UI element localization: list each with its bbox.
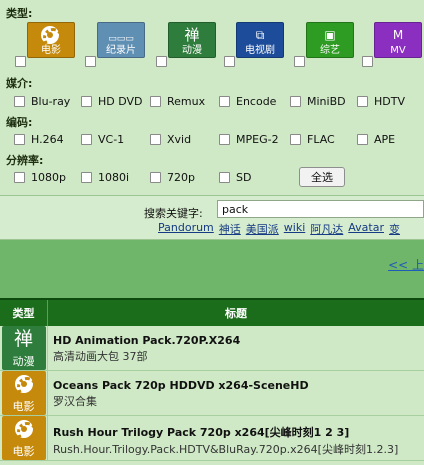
media-label: 媒介:	[6, 77, 33, 90]
codec-option-flac[interactable]: FLAC	[290, 133, 335, 146]
torrent-subtitle: 罗汉合集	[53, 395, 97, 408]
type-column-header[interactable]: 类型	[0, 300, 48, 326]
type-label: 类型:	[6, 7, 33, 20]
variety-tv-icon[interactable]: ▣ 综艺	[306, 22, 354, 58]
codec-option-mpeg2[interactable]: MPEG-2	[219, 133, 279, 146]
zen-character-icon[interactable]: 禅 动漫	[1, 326, 46, 370]
hot-keyword-link[interactable]: Avatar	[348, 221, 384, 237]
codec-label: 编码:	[6, 116, 33, 129]
category-tv-series[interactable]: ⧉ 电视剧	[224, 22, 286, 70]
mtv-icon[interactable]: M MV	[374, 22, 422, 58]
codec-option-ape[interactable]: APE	[357, 133, 395, 146]
media-option-hddvd[interactable]: HD DVD	[81, 95, 143, 108]
hot-keywords: Pandorum 神话 美国派 wiki 阿凡达 Avatar 变	[158, 221, 400, 237]
film-reel-icon[interactable]: 电影	[27, 22, 75, 58]
hot-keyword-link[interactable]: wiki	[284, 221, 305, 237]
hot-keyword-link[interactable]: 阿凡达	[310, 221, 343, 237]
resolution-option-sd[interactable]: SD	[219, 171, 251, 184]
search-bar: 搜索关键字: Pandorum 神话 美国派 wiki 阿凡达 Avatar 变	[0, 196, 424, 240]
category-tv-series-checkbox[interactable]	[224, 56, 235, 67]
codec-option-vc1[interactable]: VC-1	[81, 133, 124, 146]
resolution-label: 分辨率:	[6, 154, 44, 167]
media-option-remux[interactable]: Remux	[150, 95, 205, 108]
torrent-subtitle: 高清动画大包 37部	[53, 350, 148, 363]
category-documentary-checkbox[interactable]	[85, 56, 96, 67]
film-reel-icon[interactable]: 电影	[1, 416, 46, 460]
media-option-encode[interactable]: Encode	[219, 95, 276, 108]
film-reel-icon[interactable]: 电影	[1, 371, 46, 415]
hot-keyword-link[interactable]: Pandorum	[158, 221, 214, 237]
codec-option-xvid[interactable]: Xvid	[150, 133, 191, 146]
prev-page-link[interactable]: << 上	[388, 256, 424, 273]
title-column-header[interactable]: 标题	[48, 300, 424, 326]
search-input[interactable]	[217, 200, 424, 218]
filter-panel: 类型: 电影 ▭▭▭ 纪录片 禅 动漫 ⧉ 电视剧 ▣ 综艺 M MV 媒介: …	[0, 0, 424, 196]
category-documentary[interactable]: ▭▭▭ 纪录片	[85, 22, 147, 70]
pager-band: << 上	[0, 240, 424, 298]
results-table: 类型 标题 禅 动漫 HD Animation Pack.720P.X264 高…	[0, 298, 424, 461]
tv-screens-icon[interactable]: ⧉ 电视剧	[236, 22, 284, 58]
resolution-option-1080p[interactable]: 1080p	[14, 171, 66, 184]
search-label: 搜索关键字:	[144, 207, 203, 220]
table-row: 电影 Oceans Pack 720p HDDVD x264-SceneHD 罗…	[0, 371, 424, 416]
media-option-bluray[interactable]: Blu-ray	[14, 95, 70, 108]
bbc-tv-icon[interactable]: ▭▭▭ 纪录片	[97, 22, 145, 58]
torrent-title-link[interactable]: Rush Hour Trilogy Pack 720p x264[尖峰时刻1 2…	[53, 424, 424, 440]
category-movie-checkbox[interactable]	[15, 56, 26, 67]
hot-keyword-link[interactable]: 美国派	[246, 221, 279, 237]
torrent-title-link[interactable]: Oceans Pack 720p HDDVD x264-SceneHD	[53, 379, 424, 392]
select-all-button[interactable]: 全选	[299, 167, 345, 187]
hot-keyword-link[interactable]: 神话	[219, 221, 241, 237]
category-mv-checkbox[interactable]	[362, 56, 373, 67]
category-variety[interactable]: ▣ 综艺	[294, 22, 356, 70]
media-option-minibd[interactable]: MiniBD	[290, 95, 346, 108]
resolution-option-1080i[interactable]: 1080i	[81, 171, 129, 184]
category-movie[interactable]: 电影	[15, 22, 77, 70]
zen-character-icon[interactable]: 禅 动漫	[168, 22, 216, 58]
media-option-hdtv[interactable]: HDTV	[357, 95, 405, 108]
resolution-option-720p[interactable]: 720p	[150, 171, 195, 184]
codec-option-h264[interactable]: H.264	[14, 133, 64, 146]
torrent-subtitle: Rush.Hour.Trilogy.Pack.HDTV&BluRay.720p.…	[53, 443, 399, 456]
category-variety-checkbox[interactable]	[294, 56, 305, 67]
category-anime-checkbox[interactable]	[156, 56, 167, 67]
table-row: 电影 Rush Hour Trilogy Pack 720p x264[尖峰时刻…	[0, 416, 424, 461]
hot-keyword-link[interactable]: 变	[389, 221, 400, 237]
category-anime[interactable]: 禅 动漫	[156, 22, 218, 70]
category-mv[interactable]: M MV	[362, 22, 424, 70]
table-row: 禅 动漫 HD Animation Pack.720P.X264 高清动画大包 …	[0, 326, 424, 371]
torrent-title-link[interactable]: HD Animation Pack.720P.X264	[53, 334, 424, 347]
table-header: 类型 标题	[0, 298, 424, 326]
